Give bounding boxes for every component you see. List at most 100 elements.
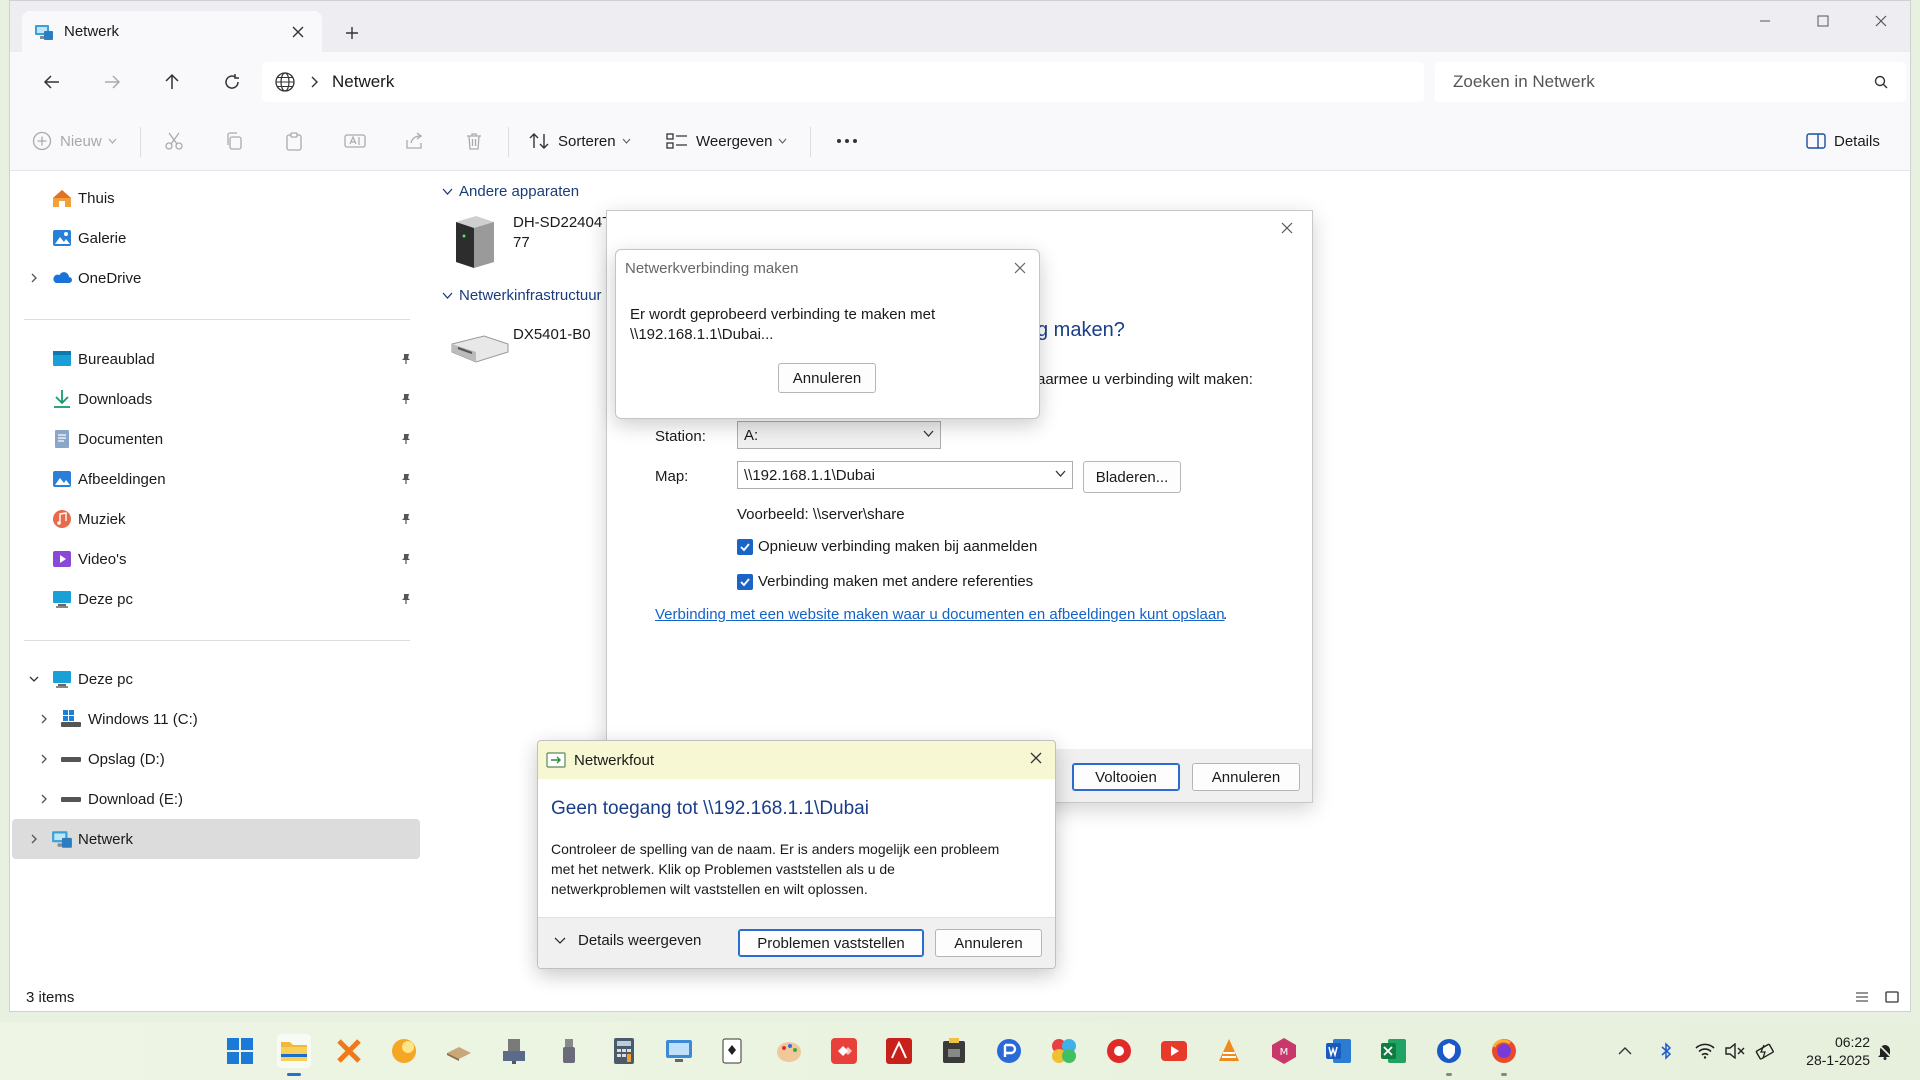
folder-combobox[interactable]: \\192.168.1.1\Dubai — [737, 461, 1073, 489]
firefox-icon[interactable] — [1487, 1034, 1521, 1076]
close-icon[interactable] — [1029, 751, 1043, 765]
chevron-right-icon[interactable] — [38, 753, 50, 765]
checkmark-icon[interactable] — [737, 573, 753, 590]
station-dropdown[interactable]: A: — [737, 421, 941, 449]
sidebar-item-pictures[interactable]: Afbeeldingen — [10, 459, 424, 499]
word-icon[interactable] — [1322, 1034, 1356, 1068]
website-link-text[interactable]: Verbinding met een website maken waar u … — [655, 606, 1225, 623]
pin-icon[interactable] — [400, 353, 412, 365]
bluetooth-icon[interactable] — [1655, 1040, 1677, 1062]
copy-icon[interactable] — [224, 125, 244, 157]
app-red-record-icon[interactable] — [1102, 1034, 1136, 1068]
group-header-network-infrastructure[interactable]: Netwerkinfrastructuur — [442, 287, 602, 304]
sidebar-item-drive-d[interactable]: Opslag (D:) — [10, 739, 424, 779]
sidebar-item-drive-e[interactable]: Download (E:) — [10, 779, 424, 819]
sort-button[interactable]: Sorteren — [528, 125, 631, 157]
up-arrow-icon[interactable] — [154, 65, 190, 99]
cancel-button[interactable]: Annuleren — [1192, 763, 1300, 791]
website-connection-link[interactable]: Verbinding met een website maken waar u … — [655, 606, 1225, 623]
calculator-icon[interactable] — [607, 1034, 641, 1068]
search-placeholder[interactable]: Zoeken in Netwerk — [1453, 72, 1874, 92]
sidebar-item-documents[interactable]: Documenten — [10, 419, 424, 459]
pin-icon[interactable] — [400, 553, 412, 565]
sidebar-item-drive-c[interactable]: Windows 11 (C:) — [10, 699, 424, 739]
pin-icon[interactable] — [400, 393, 412, 405]
show-details-toggle[interactable]: Details weergeven — [554, 932, 701, 949]
refresh-icon[interactable] — [214, 65, 250, 99]
app-remote-desktop-icon[interactable] — [662, 1034, 696, 1068]
close-icon[interactable] — [1013, 261, 1027, 275]
chevron-right-icon[interactable] — [38, 713, 50, 725]
close-window-icon[interactable] — [1852, 1, 1910, 41]
view-button[interactable]: Weergeven — [666, 125, 787, 157]
back-arrow-icon[interactable] — [34, 65, 70, 99]
vlc-icon[interactable] — [1212, 1034, 1246, 1068]
details-view-icon[interactable] — [1854, 989, 1870, 1005]
app-media-icon[interactable] — [937, 1034, 971, 1068]
app-shield-icon[interactable] — [1432, 1034, 1466, 1076]
close-tab-icon[interactable] — [286, 20, 310, 44]
sidebar-item-this-pc[interactable]: Deze pc — [10, 659, 424, 699]
file-explorer-taskbar-icon[interactable] — [277, 1034, 311, 1076]
sidebar-item-gallery[interactable]: Galerie — [10, 218, 424, 258]
details-pane-button[interactable]: Details — [1806, 125, 1880, 157]
sidebar-item-desktop[interactable]: Bureaublad — [10, 339, 424, 379]
pin-icon[interactable] — [400, 433, 412, 445]
diagnose-button[interactable]: Problemen vaststellen — [738, 929, 924, 957]
app-colorful-icon[interactable] — [1047, 1034, 1081, 1068]
new-tab-icon[interactable] — [338, 19, 366, 47]
app-circle-yellow-icon[interactable] — [387, 1034, 421, 1068]
sidebar-item-home[interactable]: Thuis — [10, 178, 424, 218]
search-icon[interactable] — [1874, 75, 1888, 89]
share-icon[interactable] — [404, 125, 424, 157]
sidebar-item-downloads[interactable]: Downloads — [10, 379, 424, 419]
sidebar-item-this-pc-quick[interactable]: Deze pc — [10, 579, 424, 619]
pin-icon[interactable] — [400, 513, 412, 525]
tiles-view-icon[interactable] — [1884, 989, 1900, 1005]
more-options-icon[interactable] — [836, 125, 858, 157]
cut-icon[interactable] — [164, 125, 184, 157]
cancel-button[interactable]: Annuleren — [778, 363, 876, 393]
notifications-bell-icon[interactable] — [1874, 1040, 1896, 1062]
new-button[interactable]: Nieuw — [32, 125, 117, 157]
chevron-down-icon[interactable] — [1055, 470, 1066, 477]
show-hidden-icons-chevron-up-icon[interactable] — [1614, 1040, 1636, 1062]
pin-icon[interactable] — [400, 473, 412, 485]
address-bar[interactable]: Netwerk — [262, 62, 1424, 102]
folder-value[interactable]: \\192.168.1.1\Dubai — [744, 467, 875, 484]
breadcrumb-chevron-icon[interactable] — [310, 76, 318, 88]
clock[interactable]: 06:22 28-1-2025 — [1806, 1033, 1870, 1069]
forward-arrow-icon[interactable] — [94, 65, 130, 99]
acrobat-icon[interactable] — [882, 1034, 916, 1068]
group-header-other-devices[interactable]: Andere apparaten — [442, 183, 579, 200]
app-blue-circle-icon[interactable] — [992, 1034, 1026, 1068]
chevron-right-icon[interactable] — [28, 833, 40, 845]
tab-network[interactable]: Netwerk — [22, 11, 322, 52]
delete-icon[interactable] — [464, 125, 484, 157]
solitaire-icon[interactable] — [717, 1034, 751, 1068]
cancel-button[interactable]: Annuleren — [935, 929, 1042, 957]
chevron-down-icon[interactable] — [28, 673, 40, 685]
sidebar-item-videos[interactable]: Video's — [10, 539, 424, 579]
checkmark-icon[interactable] — [737, 538, 753, 555]
paste-icon[interactable] — [284, 125, 304, 157]
app-x-orange-icon[interactable] — [332, 1034, 366, 1068]
rename-icon[interactable] — [344, 125, 366, 157]
paint-icon[interactable] — [772, 1034, 806, 1068]
app-pink-badge-icon[interactable]: M — [1267, 1034, 1301, 1068]
volume-muted-icon[interactable] — [1724, 1040, 1746, 1062]
finish-button[interactable]: Voltooien — [1072, 763, 1180, 791]
search-box[interactable]: Zoeken in Netwerk — [1435, 62, 1906, 102]
close-icon[interactable] — [1280, 221, 1300, 241]
maximize-icon[interactable] — [1794, 1, 1852, 41]
app-usb-icon[interactable] — [552, 1034, 586, 1068]
sidebar-item-music[interactable]: Muziek — [10, 499, 424, 539]
other-credentials-checkbox[interactable]: Verbinding maken met andere referenties — [737, 573, 1033, 590]
app-scanner-icon[interactable] — [442, 1034, 476, 1068]
anydesk-icon[interactable] — [827, 1034, 861, 1068]
battery-charging-icon[interactable] — [1754, 1040, 1776, 1062]
sidebar-item-network[interactable]: Netwerk — [12, 819, 420, 859]
chevron-right-icon[interactable] — [28, 272, 40, 284]
wifi-icon[interactable] — [1694, 1040, 1716, 1062]
app-video-player-icon[interactable] — [1157, 1034, 1191, 1068]
